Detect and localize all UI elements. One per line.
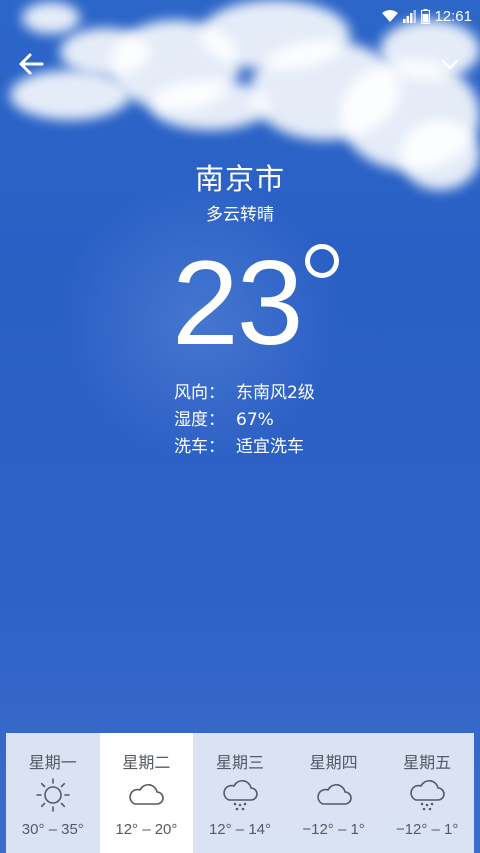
arrow-left-icon	[19, 53, 44, 75]
forecast-day-3[interactable]: 星期三 12° – 14°	[193, 733, 287, 853]
forecast-day-name: 星期二	[122, 753, 171, 772]
forecast-temp-range: −12° – 1°	[395, 821, 459, 838]
detail-label: 湿度：	[174, 410, 225, 430]
detail-wind: 风向： 东南风2级	[174, 380, 315, 407]
current-temperature: 23	[172, 236, 303, 370]
forecast-temp-range: 30° – 35°	[21, 821, 84, 838]
city-name: 南京市	[194, 162, 285, 196]
city-dropdown-button[interactable]	[438, 52, 462, 76]
forecast-day-4[interactable]: 星期四 −12° – 1°	[287, 733, 381, 853]
status-time: 12:61	[434, 7, 472, 25]
weather-details: 风向： 东南风2级 湿度： 67% 洗车： 适宜洗车	[174, 380, 315, 461]
detail-value: 67%	[236, 410, 274, 430]
status-bar: 12:61	[0, 0, 480, 32]
detail-value: 适宜洗车	[236, 437, 304, 457]
cloud-rain-icon	[410, 780, 445, 811]
forecast-day-1[interactable]: 星期一 30° – 35°	[6, 733, 100, 853]
forecast-temp-range: 12° – 14°	[208, 821, 271, 838]
detail-value: 东南风2级	[236, 383, 315, 403]
battery-icon	[421, 8, 431, 24]
chevron-down-icon	[442, 60, 458, 69]
forecast-day-name: 星期四	[309, 753, 358, 772]
forecast-day-name: 星期一	[28, 753, 77, 772]
detail-carwash: 洗车： 适宜洗车	[174, 434, 315, 461]
sun-icon	[35, 778, 70, 812]
forecast-strip: 星期一 30° – 35° 星期二 12° – 20° 星期三 12° – 14…	[6, 733, 474, 853]
back-button[interactable]	[16, 48, 48, 80]
detail-humidity: 湿度： 67%	[174, 407, 315, 434]
forecast-day-2[interactable]: 星期二 12° – 20°	[99, 733, 194, 853]
cloud-icon	[129, 784, 165, 805]
weather-condition: 多云转晴	[206, 205, 274, 225]
signal-icon	[403, 10, 417, 23]
cloud-rain-icon	[223, 780, 258, 811]
detail-label: 风向：	[174, 383, 225, 403]
degree-symbol	[305, 244, 339, 278]
cloud-icon	[316, 784, 352, 805]
forecast-temp-range: 12° – 20°	[115, 821, 178, 838]
forecast-day-name: 星期三	[215, 753, 264, 772]
forecast-day-name: 星期五	[403, 753, 452, 772]
detail-label: 洗车：	[174, 437, 225, 457]
wifi-icon	[382, 10, 399, 22]
forecast-temp-range: −12° – 1°	[302, 821, 365, 838]
forecast-day-5[interactable]: 星期五 −12° – 1°	[380, 733, 474, 853]
